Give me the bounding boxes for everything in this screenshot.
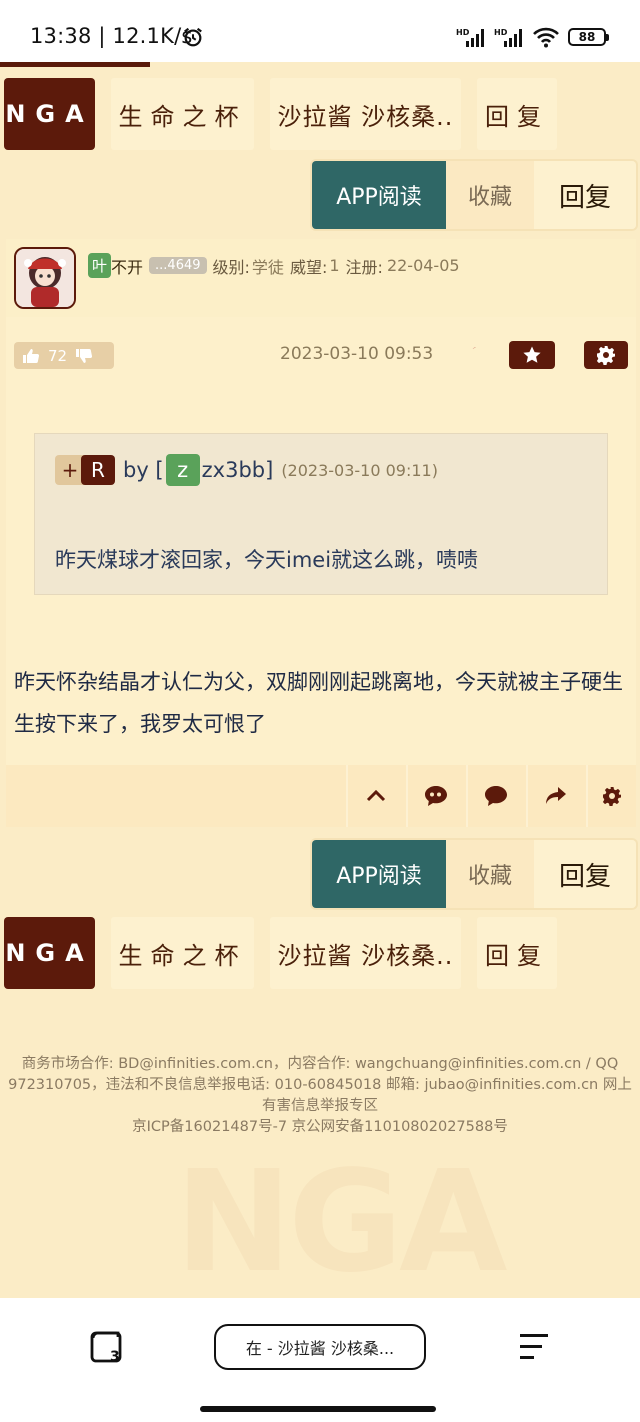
browser-bottom-bar: 3 在 - 沙拉酱 沙核桑... [0,1298,640,1422]
quote-block: + R by [ z zx3bb] (2023-03-10 09:11) 昨天煤… [34,433,608,595]
vote-box: 72 [14,342,114,369]
prestige-label: 威望: [289,257,328,277]
forum-link-bottom[interactable]: 生命之杯 [111,917,254,989]
post-more-settings-button[interactable] [586,765,636,827]
user-info: 叶 不开 ...4649 级别: 学徒 威望: 1 注册: 22-04-05 [88,253,460,278]
quote-user-name[interactable]: zx3bb] [202,458,274,482]
favorite-button[interactable]: 收藏 [446,161,534,229]
user-id: ...4649 [149,257,207,274]
star-icon [523,346,541,363]
quote-user-badge: z [165,454,200,486]
reply-nav-button-bottom[interactable]: 回复 [477,917,557,989]
footer-icp: 京ICP备16021487号-7 京公网安备11010802027588号 [132,1119,508,1135]
favorite-button-bottom[interactable]: 收藏 [446,840,534,908]
menu-icon[interactable] [516,1332,550,1362]
svg-text:HD: HD [456,28,470,37]
avatar[interactable] [14,247,76,309]
post-time: 2023-03-10 09:53 [280,344,434,364]
register-label: 注册: [345,257,383,277]
alarm-icon [184,27,202,47]
status-time: 13:38 | 12.1K/s [30,24,193,48]
status-bar: 13:38 | 12.1K/s HD HD 88 [0,0,640,62]
post-body: 昨天怀杂结晶才认仁为父，双脚刚刚起跳离地，今天就被主子硬生生按下来了，我罗太可恨… [14,670,623,736]
user-name[interactable]: 不开 [111,254,143,278]
post-settings-button[interactable] [584,341,628,369]
scroll-up-button[interactable] [346,765,404,827]
forum-link[interactable]: 生命之杯 [111,78,254,150]
quote-by-label: by [ [123,458,164,482]
nga-logo-button[interactable]: NGA [4,78,95,150]
page-load-progress [0,62,150,67]
app-read-button-bottom[interactable]: APP阅读 [312,840,446,908]
quote-bubble-icon [425,786,447,806]
quote-reply-button[interactable] [406,765,464,827]
quote-header: + R by [ z zx3bb] (2023-03-10 09:11) [55,454,438,486]
svg-text:HD: HD [494,28,508,37]
comment-button[interactable] [466,765,524,827]
site-footer: 商务市场合作: BD@infinities.com.cn，内容合作: wangc… [0,1054,640,1138]
quote-date: (2023-03-10 09:11) [281,460,438,480]
wifi-icon [533,27,559,48]
reply-nav-button[interactable]: 回复 [477,78,557,150]
signal-hd-icon-2: HD [494,28,522,47]
post-card: 叶 不开 ...4649 级别: 学徒 威望: 1 注册: 22-04-05 7… [6,239,636,827]
thread-link-bottom[interactable]: 沙拉酱 沙核桑.. [270,917,461,989]
reply-button[interactable]: 回复 [534,161,636,229]
level-label: 级别: [212,257,250,277]
thumbs-down-icon[interactable] [75,348,93,364]
quote-text: 昨天煤球才滚回家，今天imei就这么跳，啧啧 [55,548,479,572]
action-bar-bottom: APP阅读 收藏 回复 [312,840,636,908]
gear-icon [602,787,621,806]
like-count: 72 [48,346,68,365]
url-bar[interactable]: 在 - 沙拉酱 沙核桑... [214,1324,426,1370]
favorite-star-button[interactable] [509,341,555,369]
gear-icon [596,346,615,365]
comment-icon [485,786,507,806]
level-value: 学徒 [251,257,284,277]
svg-text:3: 3 [110,1349,120,1364]
post-toolbar [6,765,636,827]
battery-indicator: 88 [568,28,609,46]
top-nav: NGA 生命之杯 沙拉酱 沙核桑.. 回复 [0,78,640,152]
action-bar-top: APP阅读 收藏 回复 [312,161,636,229]
bottom-nav: NGA 生命之杯 沙拉酱 沙核桑.. 回复 [0,917,640,991]
app-read-button[interactable]: APP阅读 [312,161,446,229]
chevron-up-icon [366,789,386,802]
thumbs-up-icon[interactable] [22,348,40,364]
user-badge: 叶 [88,253,112,278]
footer-contact: 商务市场合作: BD@infinities.com.cn，内容合作: wangc… [8,1056,632,1114]
quote-reply-badge[interactable]: R [81,455,115,485]
tabs-icon[interactable]: 3 [90,1330,124,1364]
nga-watermark: NGA [175,1141,507,1304]
thread-link[interactable]: 沙拉酱 沙核桑.. [270,78,461,150]
signal-hd-icon: HD [456,28,484,47]
reply-button-bottom[interactable]: 回复 [534,840,636,908]
apple-device-icon [472,347,476,349]
home-indicator[interactable] [200,1406,436,1412]
prestige-value: 1 [329,256,340,275]
avatar-image-icon [16,249,74,307]
share-button[interactable] [526,765,584,827]
post-header: 叶 不开 ...4649 级别: 学徒 威望: 1 注册: 22-04-05 [6,239,636,317]
nga-logo-button-bottom[interactable]: NGA [4,917,95,989]
register-value: 22-04-05 [386,256,460,275]
share-arrow-icon [546,787,566,804]
